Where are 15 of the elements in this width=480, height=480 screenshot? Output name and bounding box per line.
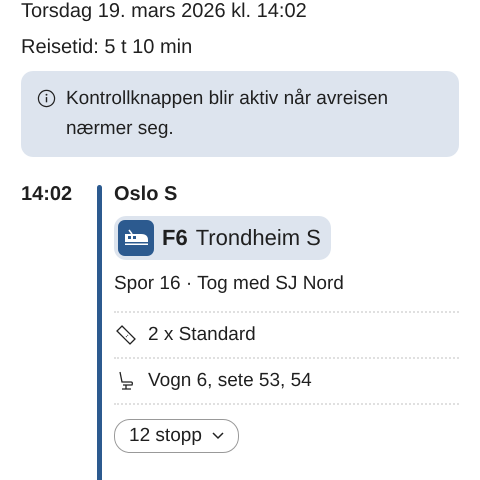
chevron-down-icon bbox=[212, 432, 224, 440]
departure-date: Torsdag 19. mars 2026 kl. 14:02 bbox=[21, 0, 308, 22]
line-number: F6 bbox=[162, 225, 188, 251]
train-icon bbox=[118, 220, 154, 256]
item-text: Vogn 6, sete 53, 54 bbox=[148, 370, 312, 392]
departure-time: 14:02 bbox=[21, 183, 74, 207]
ticket-icon bbox=[114, 323, 138, 347]
notice-text: Kontrollknappen blir aktiv når avreisen nærmer seg. bbox=[66, 87, 390, 141]
item-text: 2 x Standard bbox=[148, 324, 256, 346]
destination: Trondheim S bbox=[196, 225, 321, 251]
station-name: Oslo S bbox=[114, 183, 178, 206]
travel-time: Reisetid: 5 t 10 min bbox=[21, 36, 194, 59]
stops-button[interactable]: 12 stopp bbox=[114, 419, 239, 453]
info-icon bbox=[37, 89, 56, 108]
track-details: Spor 16 · Tog med SJ Nord bbox=[114, 273, 345, 296]
